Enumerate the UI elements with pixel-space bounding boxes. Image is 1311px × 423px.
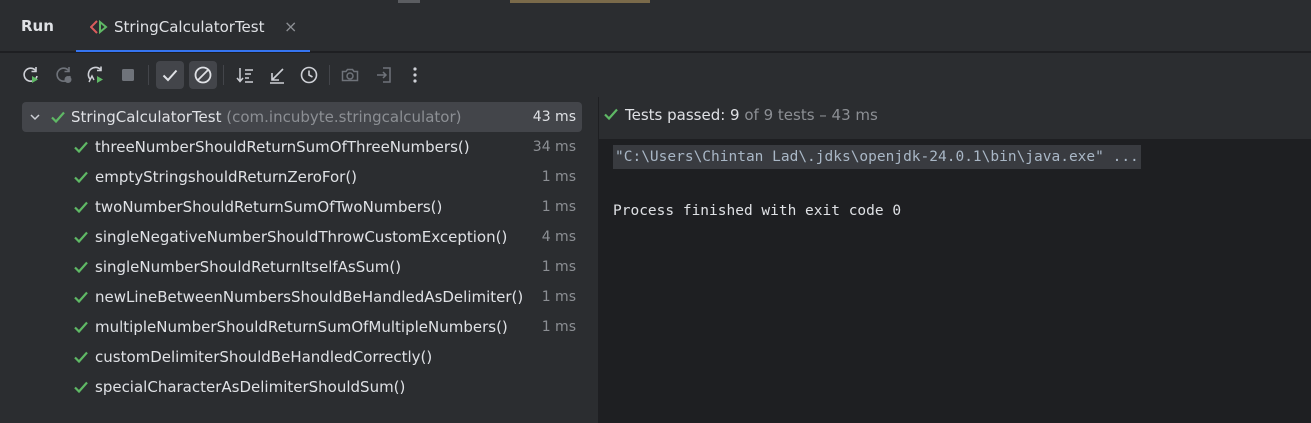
- camera-icon: [341, 68, 359, 82]
- toggle-auto-test-button[interactable]: [82, 61, 110, 89]
- run-tab-bar: Run StringCalculatorTest ×: [0, 4, 1311, 52]
- sort-alphabetically-button[interactable]: [231, 61, 259, 89]
- tests-total-and-time: of 9 tests – 43 ms: [739, 106, 878, 124]
- show-passed-icon: [162, 69, 178, 82]
- root-duration: 43 ms: [532, 109, 576, 125]
- more-options-icon: [413, 67, 417, 83]
- rerun-icon: [23, 67, 38, 83]
- passed-check-icon: [74, 261, 88, 274]
- test-duration: 34 ms: [532, 139, 576, 155]
- test-name: customDelimiterShouldBeHandledCorrectly(…: [95, 348, 433, 366]
- passed-check-icon: [604, 108, 618, 121]
- test-name: singleNegativeNumberShouldThrowCustomExc…: [95, 228, 508, 246]
- test-name: specialCharacterAsDelimiterShouldSum(): [95, 378, 406, 396]
- console-output[interactable]: "C:\Users\Chintan Lad\.jdks\openjdk-24.0…: [599, 139, 1311, 423]
- import-tests-button[interactable]: [370, 61, 398, 89]
- test-status-bar: Tests passed: 9 of 9 tests – 43 ms: [599, 97, 1311, 139]
- panel-title: Run: [21, 17, 54, 35]
- toggle-auto-test-icon: [87, 66, 103, 83]
- test-name: threeNumberShouldReturnSumOfThreeNumbers…: [95, 138, 470, 156]
- test-name: singleNumberShouldReturnItselfAsSum(): [95, 258, 402, 276]
- test-duration: 4 ms: [541, 229, 576, 245]
- sort-by-duration-button[interactable]: [295, 61, 323, 89]
- test-duration: 1 ms: [541, 199, 576, 215]
- tab-label: StringCalculatorTest: [114, 18, 265, 36]
- stop-button[interactable]: [114, 61, 142, 89]
- test-duration: 1 ms: [541, 169, 576, 185]
- show-ignored-toggle[interactable]: [189, 61, 217, 89]
- test-results-tree: StringCalculatorTest (com.incubyte.strin…: [0, 97, 598, 423]
- run-tool-window: Run StringCalculatorTest × StringCalcula…: [0, 0, 1311, 423]
- collapse-all-icon: [270, 68, 284, 84]
- test-row[interactable]: newLineBetweenNumbersShouldBeHandledAsDe…: [22, 282, 582, 312]
- passed-check-icon: [74, 141, 88, 154]
- test-name: twoNumberShouldReturnSumOfTwoNumbers(): [95, 198, 443, 216]
- rerun-button[interactable]: [17, 61, 45, 89]
- test-row[interactable]: singleNegativeNumberShouldThrowCustomExc…: [22, 222, 582, 252]
- passed-check-icon: [51, 111, 65, 124]
- more-options-button[interactable]: [401, 61, 429, 89]
- show-passed-toggle[interactable]: [156, 61, 184, 89]
- passed-check-icon: [74, 381, 88, 394]
- passed-check-icon: [74, 321, 88, 334]
- test-row[interactable]: emptyStringshouldReturnZeroFor() 1 ms: [22, 162, 582, 192]
- collapse-all-button[interactable]: [263, 61, 291, 89]
- test-row[interactable]: singleNumberShouldReturnItselfAsSum() 1 …: [22, 252, 582, 282]
- test-row[interactable]: customDelimiterShouldBeHandledCorrectly(…: [22, 342, 582, 372]
- root-test-class-label: StringCalculatorTest: [71, 108, 222, 126]
- tree-root-row[interactable]: StringCalculatorTest (com.incubyte.strin…: [22, 102, 582, 132]
- show-ignored-icon: [194, 66, 212, 84]
- stop-icon: [122, 69, 134, 81]
- process-exit-message: Process finished with exit code 0: [613, 203, 902, 219]
- passed-check-icon: [74, 171, 88, 184]
- rerun-failed-icon: [56, 67, 72, 83]
- passed-check-icon: [74, 201, 88, 214]
- test-duration: 1 ms: [541, 289, 576, 305]
- run-toolbar: [0, 53, 1311, 97]
- chevron-down-icon[interactable]: [29, 112, 41, 122]
- test-row[interactable]: specialCharacterAsDelimiterShouldSum(): [22, 372, 582, 402]
- close-icon[interactable]: ×: [284, 17, 297, 36]
- passed-check-icon: [74, 291, 88, 304]
- sort-alphabetically-icon: [236, 68, 253, 83]
- test-row[interactable]: twoNumberShouldReturnSumOfTwoNumbers() 1…: [22, 192, 582, 222]
- import-tests-icon: [377, 67, 391, 83]
- tab-string-calculator-test[interactable]: StringCalculatorTest ×: [76, 4, 310, 52]
- rerun-failed-button[interactable]: [50, 61, 78, 89]
- test-status-text: Tests passed: 9 of 9 tests – 43 ms: [625, 106, 878, 124]
- test-run-config-icon: [89, 19, 108, 35]
- tab-active-indicator: [76, 50, 310, 52]
- passed-check-icon: [74, 231, 88, 244]
- tests-passed-count: Tests passed: 9: [625, 106, 740, 124]
- passed-check-icon: [74, 351, 88, 364]
- test-name: multipleNumberShouldReturnSumOfMultipleN…: [95, 318, 508, 336]
- sort-by-duration-icon: [300, 66, 318, 84]
- export-screenshot-button[interactable]: [336, 61, 364, 89]
- test-duration: 1 ms: [541, 259, 576, 275]
- test-row[interactable]: multipleNumberShouldReturnSumOfMultipleN…: [22, 312, 582, 342]
- test-name: emptyStringshouldReturnZeroFor(): [95, 168, 358, 186]
- java-command-line[interactable]: "C:\Users\Chintan Lad\.jdks\openjdk-24.0…: [613, 145, 1141, 169]
- test-name: newLineBetweenNumbersShouldBeHandledAsDe…: [95, 288, 524, 306]
- test-row[interactable]: threeNumberShouldReturnSumOfThreeNumbers…: [22, 132, 582, 162]
- test-duration: 1 ms: [541, 319, 576, 335]
- root-package-label: (com.incubyte.stringcalculator): [226, 108, 462, 126]
